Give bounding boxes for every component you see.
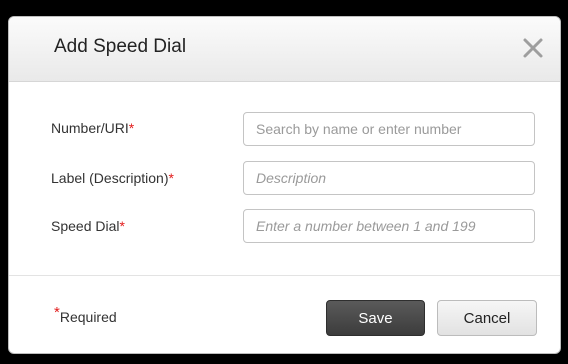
number-uri-label: Number/URI* <box>51 120 135 136</box>
footer-divider <box>9 275 560 276</box>
description-input[interactable] <box>243 161 535 195</box>
required-asterisk: * <box>119 218 125 234</box>
description-label: Label (Description)* <box>51 170 174 186</box>
speed-dial-input[interactable] <box>243 209 535 243</box>
dialog-title: Add Speed Dial <box>54 36 187 57</box>
required-asterisk: * <box>128 120 135 136</box>
cancel-button[interactable]: Cancel <box>437 300 537 336</box>
add-speed-dial-dialog: Add Speed Dial Number/URI* Label (Descri… <box>8 16 561 354</box>
required-asterisk: * <box>54 304 60 321</box>
save-button[interactable]: Save <box>326 300 425 336</box>
speed-dial-label: Speed Dial* <box>51 218 125 234</box>
close-icon[interactable] <box>520 35 546 61</box>
required-note: *Required <box>54 304 117 325</box>
required-asterisk: * <box>168 170 174 186</box>
dialog-header: Add Speed Dial <box>9 17 560 82</box>
number-uri-input[interactable] <box>243 112 535 146</box>
